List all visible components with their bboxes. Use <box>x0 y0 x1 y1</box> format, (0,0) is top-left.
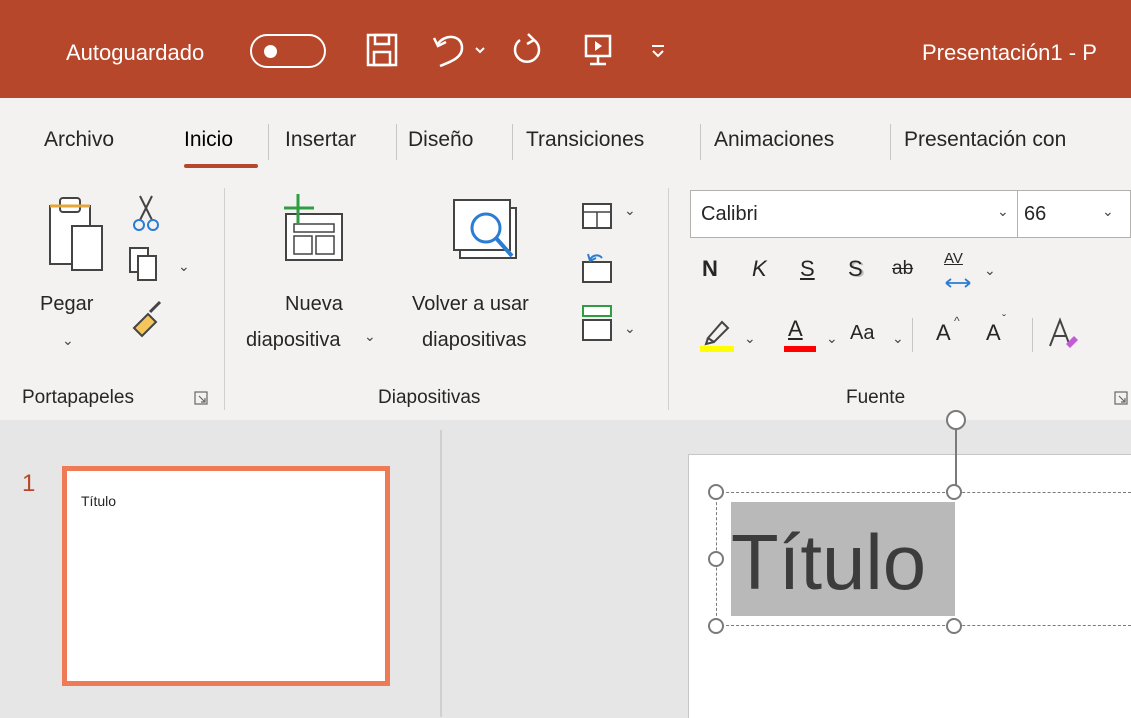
strikethrough-button[interactable]: ab <box>892 258 913 280</box>
resize-handle-top-middle[interactable] <box>946 484 962 500</box>
italic-button[interactable]: K <box>752 256 767 282</box>
portapapeles-dialog-launcher-icon[interactable] <box>194 391 208 405</box>
section-chevron-icon[interactable]: ⌄ <box>624 320 636 337</box>
grow-font-caret-icon: ^ <box>954 314 960 328</box>
new-slide-chevron-icon[interactable]: ⌄ <box>364 328 376 345</box>
change-case-chevron-icon[interactable]: ⌄ <box>892 330 904 347</box>
title-text[interactable]: Título <box>731 512 926 612</box>
paste-dropdown-chevron-icon[interactable]: ⌄ <box>62 332 74 349</box>
paste-icon[interactable] <box>44 192 114 287</box>
tab-insertar[interactable]: Insertar <box>285 128 356 152</box>
new-slide-icon[interactable] <box>280 190 350 275</box>
portapapeles-group-label: Portapapeles <box>22 387 134 408</box>
reuse-slides-icon[interactable] <box>450 194 530 279</box>
reuse-slides-label-line1[interactable]: Volver a usar <box>412 290 529 318</box>
ribbon-tabs: Archivo Inicio Insertar Diseño Transicio… <box>0 98 1131 180</box>
tab-animaciones[interactable]: Animaciones <box>714 128 834 152</box>
tab-divider <box>396 124 397 160</box>
format-divider <box>1032 318 1033 352</box>
resize-handle-bottom-left[interactable] <box>708 618 724 634</box>
tab-divider <box>268 124 269 160</box>
bold-button[interactable]: N <box>702 256 718 282</box>
undo-icon[interactable] <box>432 30 492 70</box>
new-slide-label-line1[interactable]: Nueva <box>285 290 343 318</box>
paste-label[interactable]: Pegar <box>40 290 93 318</box>
active-tab-indicator <box>184 164 258 168</box>
character-spacing-button[interactable]: AV <box>944 250 963 267</box>
new-slide-label-line2[interactable]: diapositiva <box>246 326 341 354</box>
group-divider <box>668 188 669 410</box>
tab-presentacion-con[interactable]: Presentación con <box>904 128 1066 152</box>
shrink-font-caret-icon: ˇ <box>1002 312 1006 326</box>
redo-icon[interactable] <box>510 30 546 70</box>
font-name-chevron-icon[interactable]: ⌄ <box>997 203 1009 220</box>
save-icon[interactable] <box>364 30 400 70</box>
font-color-chevron-icon[interactable]: ⌄ <box>826 330 838 347</box>
font-name-combobox[interactable]: Calibri ⌄ <box>690 190 1018 238</box>
change-case-button[interactable]: Aa <box>850 322 874 345</box>
font-color-swatch <box>784 346 816 352</box>
spacing-arrows-icon <box>944 276 972 294</box>
reuse-slides-label-line2[interactable]: diapositivas <box>422 326 527 354</box>
slide-thumbnail[interactable]: Título <box>62 466 390 686</box>
section-icon[interactable] <box>580 304 614 349</box>
font-color-button[interactable]: A <box>788 316 803 342</box>
present-from-start-icon[interactable] <box>580 30 616 70</box>
resize-handle-bottom-middle[interactable] <box>946 618 962 634</box>
pane-divider[interactable] <box>440 430 442 717</box>
clear-formatting-icon[interactable] <box>1046 314 1080 359</box>
cut-icon[interactable] <box>132 194 160 239</box>
format-painter-icon[interactable] <box>130 298 164 343</box>
tab-diseno[interactable]: Diseño <box>408 128 473 152</box>
resize-handle-top-left[interactable] <box>708 484 724 500</box>
tab-archivo[interactable]: Archivo <box>44 128 114 152</box>
layout-chevron-icon[interactable]: ⌄ <box>624 202 636 219</box>
copy-dropdown-chevron-icon[interactable]: ⌄ <box>178 258 190 275</box>
reset-slide-icon[interactable] <box>580 252 614 291</box>
tab-inicio[interactable]: Inicio <box>184 128 233 152</box>
document-title: Presentación1 - P <box>922 40 1097 65</box>
shadow-button[interactable]: S <box>848 256 863 282</box>
customize-toolbar-icon[interactable] <box>646 30 670 70</box>
slide-thumbnail-title: Título <box>81 493 117 509</box>
shrink-font-button[interactable]: A <box>986 320 1001 346</box>
layout-icon[interactable] <box>580 200 614 239</box>
format-divider <box>912 318 913 352</box>
rotation-handle[interactable] <box>946 410 966 430</box>
tab-divider <box>890 124 891 160</box>
autosave-toggle[interactable] <box>250 34 326 68</box>
resize-handle-middle-left[interactable] <box>708 551 724 567</box>
diapositivas-group-label: Diapositivas <box>378 387 481 408</box>
toggle-knob <box>264 45 277 58</box>
rotation-handle-stem <box>955 420 957 492</box>
tab-divider <box>512 124 513 160</box>
grow-font-button[interactable]: A <box>936 320 951 346</box>
fuente-dialog-launcher-icon[interactable] <box>1114 391 1128 405</box>
tab-divider <box>700 124 701 160</box>
copy-icon[interactable] <box>128 246 162 291</box>
spacing-chevron-icon[interactable]: ⌄ <box>984 262 996 279</box>
tab-transiciones[interactable]: Transiciones <box>526 128 644 152</box>
fuente-group-label: Fuente <box>846 387 906 408</box>
autosave-label: Autoguardado <box>66 40 205 65</box>
title-bar: Autoguardado Presentación1 - P <box>0 0 1131 98</box>
highlight-icon[interactable] <box>700 316 736 359</box>
slide-number: 1 <box>22 470 36 497</box>
font-size-combobox[interactable]: 66 ⌄ <box>1018 190 1131 238</box>
underline-button[interactable]: S <box>800 256 815 282</box>
font-size-chevron-icon[interactable]: ⌄ <box>1102 203 1114 220</box>
highlight-chevron-icon[interactable]: ⌄ <box>744 330 756 347</box>
font-name-value: Calibri <box>701 203 758 225</box>
font-size-value: 66 <box>1024 203 1047 225</box>
group-divider <box>224 188 225 410</box>
